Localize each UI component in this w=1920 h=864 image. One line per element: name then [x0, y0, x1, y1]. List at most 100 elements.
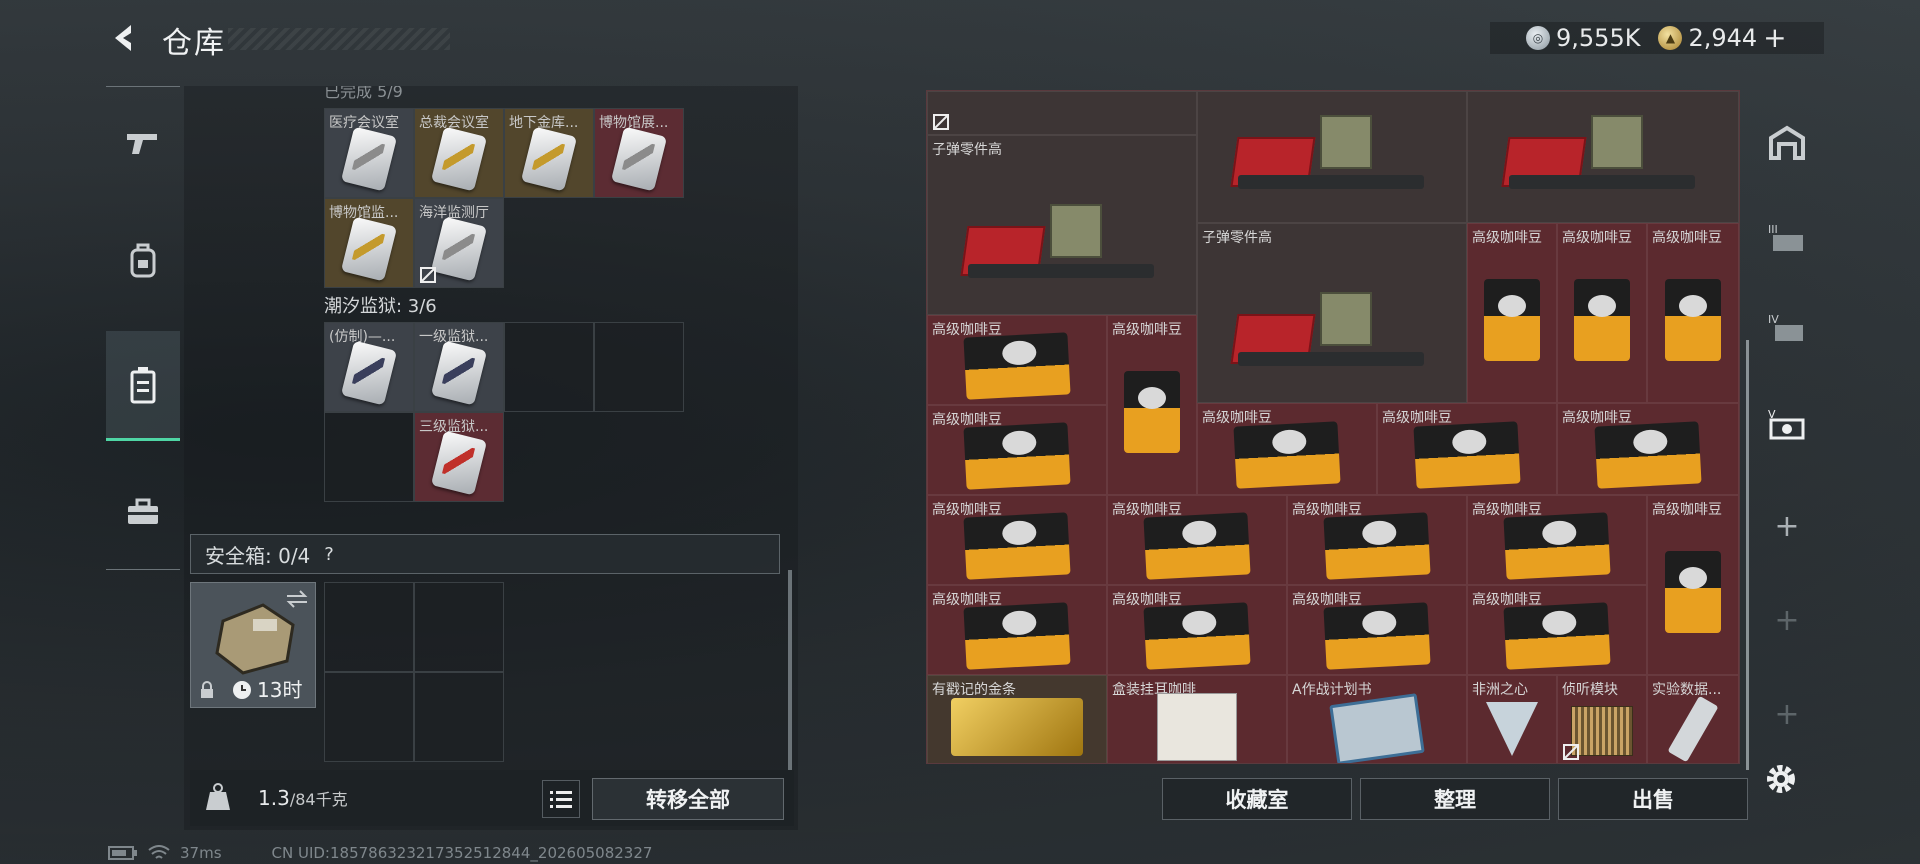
collection-room-button[interactable]: 收藏室 — [1162, 778, 1352, 820]
item-slot[interactable]: 高级咖啡豆 — [1467, 223, 1557, 403]
item-slot[interactable]: 高级咖啡豆 — [1197, 403, 1377, 495]
item-slot[interactable]: 高级咖啡豆 — [1557, 223, 1647, 403]
rail-tools[interactable] — [106, 457, 180, 567]
item-slot[interactable]: 非洲之心 — [1467, 675, 1557, 763]
item-slot[interactable]: 高级咖啡豆 — [1467, 585, 1647, 675]
transfer-all-button[interactable]: 转移全部 — [592, 778, 784, 820]
empty-slot[interactable] — [414, 672, 504, 762]
storage-tab-3[interactable]: III — [1758, 198, 1816, 278]
storage-tab-5[interactable]: V — [1758, 384, 1816, 464]
item-label: 一级监狱... — [419, 329, 489, 345]
silver-amount: 9,555K — [1556, 24, 1641, 52]
back-arrow-icon — [115, 25, 131, 51]
keycard-slot[interactable]: 海洋监测厅 — [414, 198, 504, 288]
item-label: 高级咖啡豆 — [1472, 230, 1542, 246]
item-slot[interactable]: 侦听模块 — [1557, 675, 1647, 763]
add-storage-button[interactable]: + — [1758, 486, 1816, 566]
item-slot[interactable]: 高级咖啡豆 — [1107, 495, 1287, 585]
sort-button[interactable]: 整理 — [1360, 778, 1550, 820]
item-label: 医疗会议室 — [329, 115, 399, 131]
item-label: 高级咖啡豆 — [1112, 322, 1182, 338]
back-button[interactable] — [104, 18, 144, 58]
add-storage-button[interactable]: + — [1758, 580, 1816, 660]
help-icon[interactable]: ? — [324, 544, 334, 565]
swap-icon[interactable] — [285, 589, 309, 609]
keycard-slot[interactable]: 博物馆展... — [594, 108, 684, 198]
item-slot[interactable] — [1467, 91, 1739, 223]
keycard-slot[interactable]: 博物馆监... — [324, 198, 414, 288]
storage-5-icon: V — [1768, 408, 1805, 440]
title-decoration — [228, 28, 450, 50]
item-slot[interactable]: 高级咖啡豆 — [927, 585, 1107, 675]
wifi-icon — [148, 845, 170, 859]
settings-button[interactable] — [1762, 760, 1800, 798]
item-slot[interactable] — [927, 91, 1197, 135]
safe-box-header: 安全箱: 0/4 ? — [190, 534, 780, 574]
empty-slot[interactable] — [324, 672, 414, 762]
keycard-slot[interactable]: (仿制)—... — [324, 322, 414, 412]
keycard-slot[interactable]: 三级监狱... — [414, 412, 504, 502]
item-slot[interactable]: 高级咖啡豆 — [1647, 223, 1739, 403]
warehouse-grid: 子弹零件高 子弹零件高 高级咖啡豆 高级咖啡豆 高级咖啡豆 高级咖啡豆 高级咖啡… — [926, 90, 1740, 764]
add-storage-button[interactable]: + — [1758, 674, 1816, 754]
sell-button[interactable]: 出售 — [1558, 778, 1748, 820]
item-slot[interactable] — [1197, 91, 1467, 223]
list-view-button[interactable] — [542, 780, 580, 818]
rail-weapons[interactable] — [106, 87, 180, 197]
ping-text: 37ms — [180, 844, 222, 862]
coffee-pack-icon — [1323, 602, 1431, 670]
item-slot[interactable]: 高级咖啡豆 — [927, 405, 1107, 495]
keycard-slot[interactable]: 医疗会议室 — [324, 108, 414, 198]
item-label: 子弹零件高 — [1202, 230, 1272, 246]
right-scrollbar[interactable] — [1746, 340, 1749, 770]
storage-tab-main[interactable] — [1758, 102, 1816, 182]
add-currency-button[interactable]: + — [1763, 24, 1786, 52]
item-slot[interactable]: 实验数据... — [1647, 675, 1739, 763]
item-slot[interactable]: 高级咖啡豆 — [1287, 585, 1467, 675]
keycard-slot[interactable]: 地下金库... — [504, 108, 594, 198]
coffee-bag-icon — [1484, 279, 1540, 362]
weight-text: 1.3/84千克 — [258, 786, 348, 810]
empty-slot[interactable] — [324, 582, 414, 672]
keycard-slot[interactable]: 一级监狱... — [414, 322, 504, 412]
item-label: 高级咖啡豆 — [1382, 410, 1452, 426]
safe-box-item[interactable]: 13时 — [190, 582, 316, 708]
coffee-pack-icon — [963, 332, 1071, 400]
storage-tab-4[interactable]: IV — [1758, 288, 1816, 368]
item-slot[interactable]: 高级咖啡豆 — [1377, 403, 1557, 495]
empty-slot[interactable] — [504, 322, 594, 412]
item-slot[interactable]: 盒装挂耳咖啡 — [1107, 675, 1287, 763]
item-slot[interactable]: 有戳记的金条 — [927, 675, 1107, 763]
item-slot[interactable]: 高级咖啡豆 — [1557, 403, 1739, 495]
item-slot[interactable]: 高级咖啡豆 — [1467, 495, 1647, 585]
coffee-bag-icon — [1124, 371, 1180, 454]
coffee-pack-icon — [963, 512, 1071, 580]
pistol-icon — [127, 134, 157, 154]
item-slot[interactable]: 高级咖啡豆 — [1107, 315, 1197, 495]
item-slot[interactable]: 高级咖啡豆 — [1107, 585, 1287, 675]
gear-icon — [1767, 765, 1795, 793]
item-slot[interactable]: A作战计划书 — [1287, 675, 1467, 763]
item-slot[interactable]: 子弹零件高 — [927, 135, 1197, 315]
empty-slot[interactable] — [594, 322, 684, 412]
rail-equipment[interactable] — [106, 205, 180, 315]
item-slot[interactable]: 高级咖啡豆 — [927, 495, 1107, 585]
coffee-bag-icon — [1574, 279, 1630, 362]
item-slot[interactable]: 高级咖啡豆 — [927, 315, 1107, 405]
item-slot[interactable]: 高级咖啡豆 — [1287, 495, 1467, 585]
svg-text:III: III — [1768, 223, 1778, 236]
item-slot[interactable]: 高级咖啡豆 — [1647, 495, 1739, 675]
keycard-slot[interactable]: 总裁会议室 — [414, 108, 504, 198]
gold-bar-icon — [951, 698, 1083, 757]
left-scrollbar[interactable] — [788, 570, 792, 770]
rail-storage[interactable] — [106, 331, 180, 441]
battery-icon — [108, 846, 137, 860]
empty-slot[interactable] — [414, 582, 504, 672]
storage-4-icon: IV — [1768, 313, 1803, 341]
item-slot[interactable]: 子弹零件高 — [1197, 223, 1467, 403]
keycard-icon — [430, 126, 488, 192]
item-label: 实验数据... — [1652, 682, 1722, 698]
empty-slot[interactable] — [324, 412, 414, 502]
coffee-pack-icon — [1233, 421, 1341, 489]
item-label: 高级咖啡豆 — [1652, 230, 1722, 246]
